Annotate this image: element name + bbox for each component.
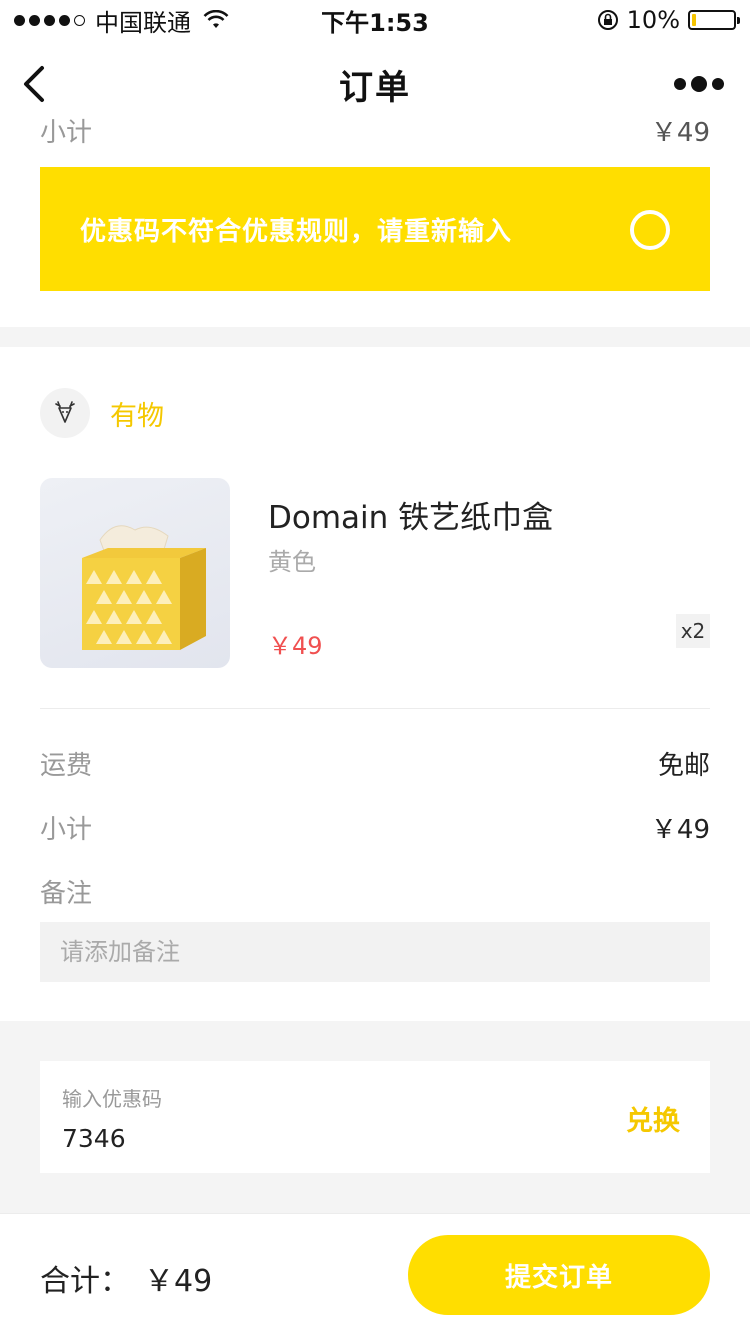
status-bar: 中国联通 下午1:53 10% [0, 0, 750, 40]
shipping-row: 运费 免邮 [40, 743, 710, 783]
remark-label: 备注 [40, 878, 93, 909]
back-button[interactable] [18, 62, 50, 106]
scrolled-subtotal-row: 小计 ￥49 [40, 112, 710, 152]
deer-logo-icon [40, 388, 90, 438]
coupon-section: 输入优惠码 7346 兑换 [0, 1021, 750, 1213]
remark-input[interactable] [60, 938, 690, 966]
product-variant: 黄色 [268, 548, 316, 576]
subtotal-row: 小计 ￥49 [40, 807, 710, 847]
carrier-name: 中国联通 [95, 8, 191, 37]
toast-message: 优惠码不符合优惠规则，请重新输入 [80, 216, 513, 247]
rotation-lock-icon [597, 10, 618, 30]
product-title: Domain 铁艺纸巾盒 [268, 500, 554, 536]
quantity-badge: x2 [676, 614, 710, 648]
submit-order-button[interactable]: 提交订单 [408, 1235, 710, 1315]
coupon-code-input[interactable]: 7346 [62, 1124, 688, 1153]
checkout-footer: 合计： ￥49 提交订单 [0, 1213, 750, 1334]
coupon-error-toast: 优惠码不符合优惠规则，请重新输入 [40, 167, 710, 291]
shipping-label: 运费 [40, 750, 93, 781]
signal-strength-icon [14, 14, 85, 26]
battery-icon [688, 10, 740, 30]
divider [40, 708, 710, 709]
coupon-card[interactable]: 输入优惠码 7346 兑换 [40, 1061, 710, 1173]
product-price: ￥49 [268, 632, 323, 660]
shipping-value: 免邮 [657, 750, 710, 781]
scrolled-subtotal-label: 小计 [40, 118, 93, 148]
product-image [40, 478, 230, 668]
shop-name: 有物 [110, 400, 164, 432]
subtotal-label: 小计 [40, 814, 93, 845]
total-value: ￥49 [144, 1264, 213, 1299]
battery-percent: 10% [626, 6, 680, 34]
shop-header[interactable]: 有物 [40, 388, 164, 438]
circle-icon [630, 210, 670, 250]
total-label: 合计： [40, 1264, 130, 1299]
wifi-icon [203, 10, 229, 28]
redeem-button[interactable]: 兑换 [626, 1099, 680, 1138]
battery-level [692, 14, 696, 26]
remark-row: 备注 [40, 871, 710, 911]
scrolled-subtotal-value: ￥49 [650, 118, 710, 148]
section-divider [0, 327, 750, 347]
coupon-label: 输入优惠码 [62, 1087, 162, 1111]
page-title: 订单 [339, 67, 411, 108]
product-item[interactable]: Domain 铁艺纸巾盒 黄色 ￥49 x2 [40, 478, 710, 668]
remark-field[interactable] [40, 922, 710, 982]
more-dots-icon[interactable] [674, 76, 724, 92]
subtotal-value: ￥49 [650, 814, 710, 845]
